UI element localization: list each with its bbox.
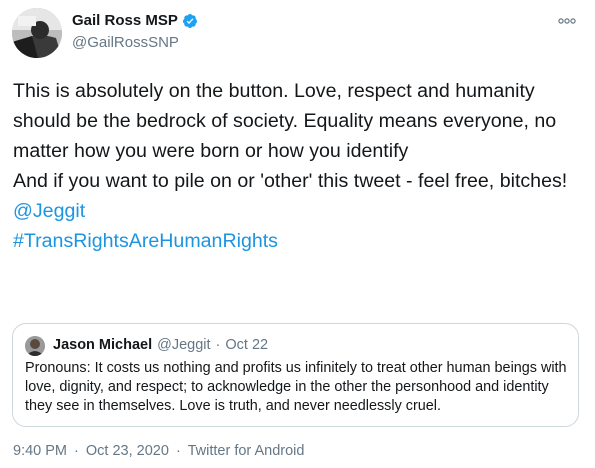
quoted-author-handle: @Jeggit [157,337,211,353]
author-name-row[interactable]: Gail Ross MSP [72,12,198,29]
separator-dot: · [215,337,221,353]
quoted-date: Oct 22 [225,337,269,353]
author-name[interactable]: Gail Ross MSP [72,12,178,29]
author-handle[interactable]: @GailRossSNP [72,34,179,51]
separator-dot: · [74,443,79,459]
quoted-header: Jason Michael @Jeggit · Oct 22 [53,337,268,353]
author-avatar[interactable] [12,8,62,58]
tweet: Gail Ross MSP @GailRossSNP This is absol… [0,0,595,468]
tweet-metadata: 9:40 PM · Oct 23, 2020 · Twitter for And… [13,443,307,459]
quoted-author-avatar [25,336,45,356]
tweet-time[interactable]: 9:40 PM [13,443,67,459]
more-options-button[interactable] [553,10,581,32]
tweet-source[interactable]: Twitter for Android [188,443,305,459]
quoted-text: Pronouns: It costs us nothing and profit… [25,360,567,414]
tweet-text-line2: And if you want to pile on or 'other' th… [13,170,568,192]
hashtag-link[interactable]: #TransRightsAreHumanRights [13,226,278,256]
verified-badge-icon [182,13,197,28]
more-options-icon [558,18,576,24]
mention-link[interactable]: @Jeggit [13,196,85,226]
tweet-date[interactable]: Oct 23, 2020 [86,443,169,459]
separator-dot: · [175,443,181,459]
tweet-text-line1: This is absolutely on the button. Love, … [13,80,557,162]
tweet-body: This is absolutely on the button. Love, … [13,76,583,256]
quoted-tweet[interactable]: Jason Michael @Jeggit · Oct 22 Pronouns:… [12,323,579,427]
quoted-author-name: Jason Michael [53,337,153,353]
